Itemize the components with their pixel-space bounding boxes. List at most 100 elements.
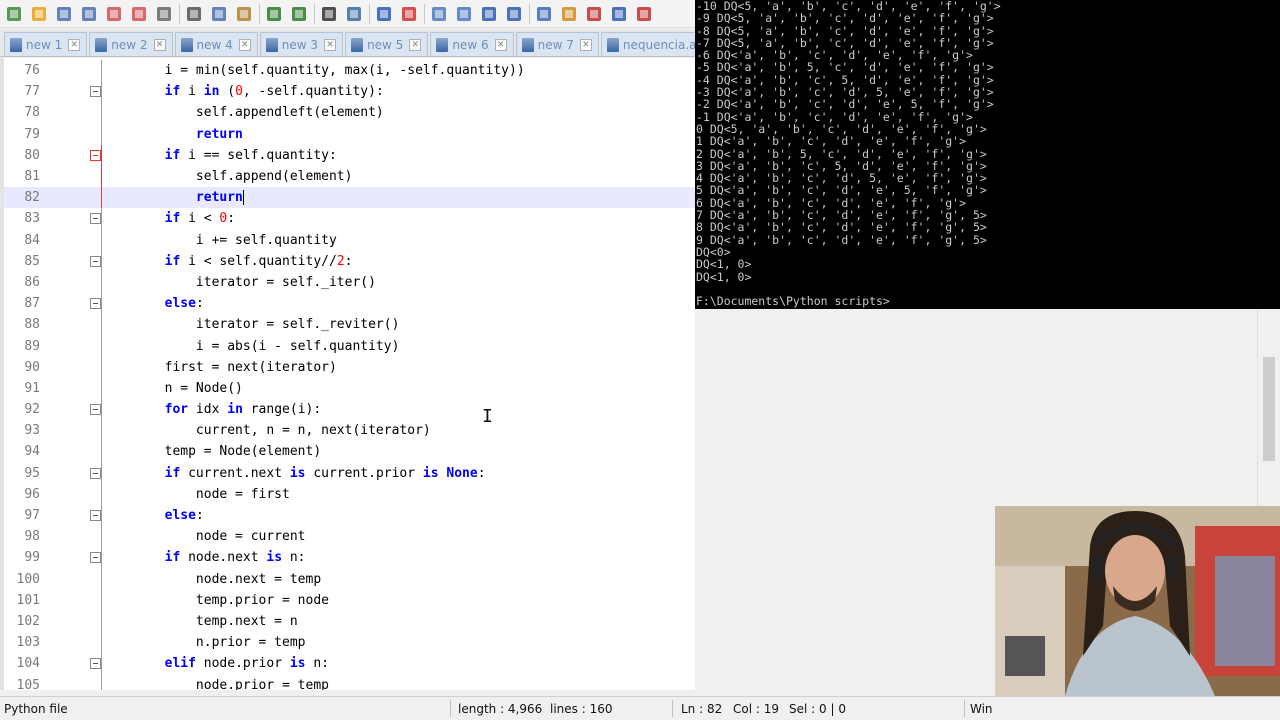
code-line[interactable]: 93 current, n = n, next(iterator) (4, 420, 695, 442)
doc-map-icon[interactable] (584, 4, 604, 24)
tab-new-4[interactable]: new 4 ✕ (174, 32, 258, 56)
code-line[interactable]: 89 i = abs(i - self.quantity) (4, 335, 695, 357)
console-line: 8 DQ<'a', 'b', 'c', 'd', 'e', 'f', 'g', … (696, 220, 987, 235)
vertical-scrollbar[interactable] (1257, 309, 1280, 509)
tab-close-icon[interactable]: ✕ (324, 38, 337, 51)
code-line[interactable]: 94 temp = Node(element) (4, 441, 695, 463)
code-line[interactable]: 81 self.append(element) (4, 165, 695, 188)
copy-icon[interactable] (209, 4, 229, 24)
code-line[interactable]: 92 for idx in range(i): (4, 399, 695, 421)
fold-margin (40, 399, 102, 421)
print-icon[interactable] (154, 4, 174, 24)
console-line: 5 DQ<'a', 'b', 'c', 'd', 'e', 5, 'f', 'g… (696, 183, 987, 198)
tab-close-icon[interactable]: ✕ (153, 38, 166, 51)
sync-v-icon[interactable] (429, 4, 449, 24)
tab-new-5[interactable]: new 5 ✕ (345, 32, 429, 56)
code-line[interactable]: 76 i = min(self.quantity, max(i, -self.q… (4, 60, 695, 82)
tab-new-3[interactable]: new 3 ✕ (259, 32, 344, 56)
cut-icon[interactable] (184, 4, 204, 24)
fold-margin (40, 250, 102, 272)
replace-icon[interactable] (344, 4, 364, 24)
fold-toggle-icon[interactable] (90, 149, 101, 161)
code-line[interactable]: 80 if i == self.quantity: (4, 144, 695, 166)
line-number: 91 (24, 380, 40, 396)
code-line[interactable]: 91 n = Node() (4, 377, 695, 399)
tab-close-icon[interactable]: ✕ (238, 38, 251, 51)
code-line[interactable]: 77 if i in (0, -self.quantity): (4, 81, 695, 103)
paste-icon[interactable] (234, 4, 254, 24)
sync-h-icon[interactable] (454, 4, 474, 24)
tab-close-icon[interactable]: ✕ (409, 38, 422, 51)
code-line[interactable]: 82 return (4, 187, 695, 209)
code-line[interactable]: 97 else: (4, 504, 695, 527)
code-editor[interactable]: 76 i = min(self.quantity, max(i, -self.q… (0, 58, 695, 690)
udl-icon[interactable] (559, 4, 579, 24)
fold-toggle-icon[interactable] (90, 86, 101, 98)
code-line[interactable]: 79 return (4, 123, 695, 145)
redo-icon[interactable] (289, 4, 309, 24)
code-line[interactable]: 90 first = next(iterator) (4, 356, 695, 378)
code-line[interactable]: 87 else: (4, 293, 695, 315)
fold-toggle-icon[interactable] (90, 213, 101, 225)
fold-margin (40, 271, 102, 294)
code-line[interactable]: 88 iterator = self._reviter() (4, 314, 695, 336)
code-line[interactable]: 101 temp.prior = node (4, 589, 695, 611)
fold-toggle-icon[interactable] (90, 298, 101, 310)
file-icon (180, 37, 193, 52)
file-icon (10, 37, 22, 52)
folder-workspace-icon[interactable] (634, 4, 654, 24)
console-line: DQ<1, 0> (696, 269, 752, 284)
tab-close-icon[interactable]: ✕ (68, 38, 81, 51)
fold-toggle-icon[interactable] (90, 658, 101, 670)
fold-toggle-icon[interactable] (90, 552, 101, 564)
function-list-icon[interactable] (609, 4, 629, 24)
tab-close-icon[interactable]: ✕ (579, 38, 592, 51)
code-line[interactable]: 85 if i < self.quantity//2: (4, 250, 695, 272)
open-folder-icon[interactable] (29, 4, 49, 24)
code-line[interactable]: 103 n.prior = temp (4, 632, 695, 654)
code-line[interactable]: 105 node.prior = temp (4, 674, 695, 690)
tab-new-1[interactable]: new 1 ✕ (4, 32, 88, 56)
line-number: 89 (24, 338, 40, 354)
save-all-icon[interactable] (79, 4, 99, 24)
code-line[interactable]: 100 node.next = temp (4, 568, 695, 590)
console-window[interactable]: -10 DQ<5, 'a', 'b', 'c', 'd', 'e', 'f', … (695, 0, 1280, 309)
save-icon[interactable] (54, 4, 74, 24)
fold-toggle-icon[interactable] (90, 255, 101, 267)
fold-toggle-icon[interactable] (90, 404, 101, 415)
code-line[interactable]: 78 self.appendleft(element) (4, 102, 695, 124)
indent-guide-icon[interactable] (534, 4, 554, 24)
code-line[interactable]: 104 elif node.prior is n: (4, 653, 695, 675)
tab-new-2[interactable]: new 2 ✕ (89, 32, 173, 56)
line-number: 92 (24, 402, 40, 418)
wrap-icon[interactable] (479, 4, 499, 24)
code-text: for idx in range(i): (164, 402, 322, 418)
tab-nequencia-ahk[interactable]: nequencia.ahk✕ (600, 32, 695, 56)
fold-toggle-icon[interactable] (90, 509, 101, 521)
tab-new-6[interactable]: new 6 ✕ (430, 32, 514, 56)
find-icon[interactable] (319, 4, 339, 24)
zoom-in-icon[interactable] (374, 4, 394, 24)
fold-toggle-icon[interactable] (90, 467, 101, 479)
close-icon[interactable] (104, 4, 124, 24)
code-line[interactable]: 96 node = first (4, 483, 695, 505)
code-line[interactable]: 95 if current.next is current.prior is N… (4, 462, 695, 484)
new-file-icon[interactable] (4, 4, 24, 24)
fold-margin (40, 293, 102, 315)
code-line[interactable]: 99 if node.next is n: (4, 547, 695, 569)
scrollbar-thumb[interactable] (1263, 357, 1275, 461)
zoom-out-icon[interactable] (399, 4, 419, 24)
code-line[interactable]: 83 if i < 0: (4, 208, 695, 230)
line-number: 104 (16, 656, 40, 672)
tab-close-icon[interactable]: ✕ (494, 38, 507, 51)
status-lines: lines : 160 (550, 702, 613, 716)
undo-icon[interactable] (264, 4, 284, 24)
show-all-chars-icon[interactable] (504, 4, 524, 24)
code-line[interactable]: 84 i += self.quantity (4, 229, 695, 251)
code-line[interactable]: 98 node = current (4, 526, 695, 548)
fold-margin (40, 144, 102, 166)
code-line[interactable]: 86 iterator = self._iter() (4, 271, 695, 294)
close-all-icon[interactable] (129, 4, 149, 24)
code-line[interactable]: 102 temp.next = n (4, 610, 695, 633)
tab-new-7[interactable]: new 7 ✕ (515, 32, 599, 56)
